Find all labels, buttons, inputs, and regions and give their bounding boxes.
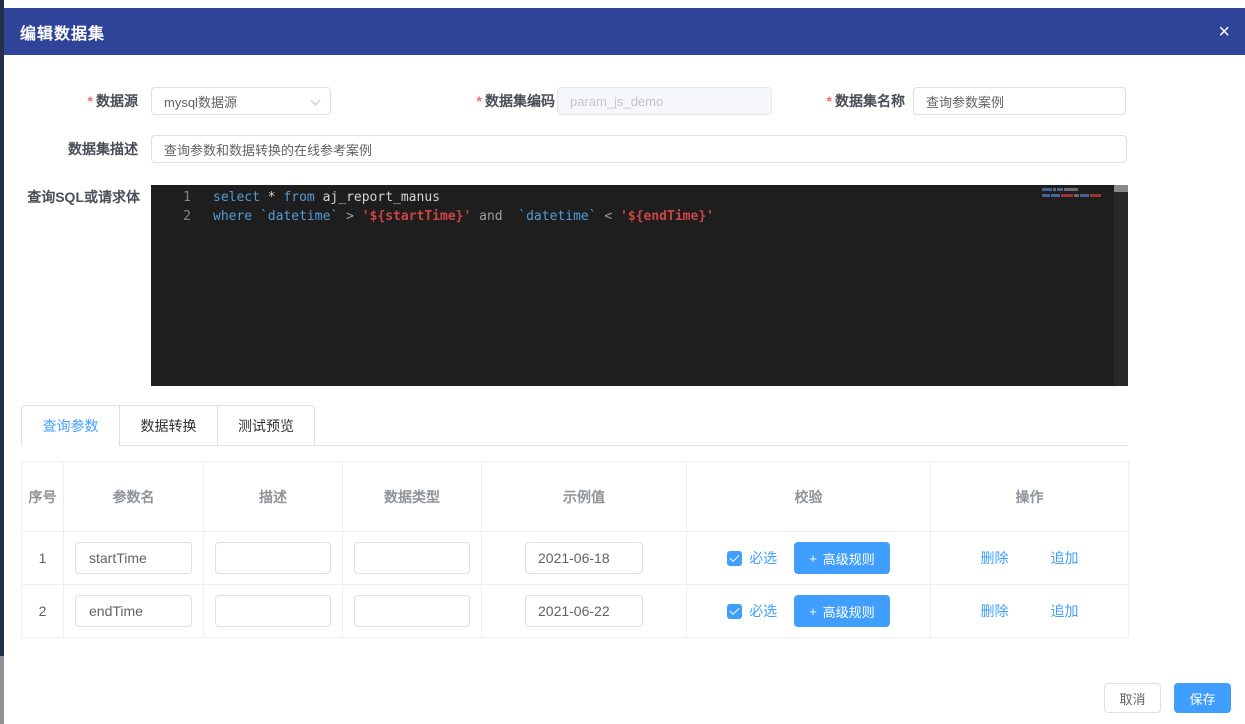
dataset-code-input (557, 87, 772, 115)
param-table: 序号 参数名 描述 数据类型 示例值 校验 操作 1 必选 +高级规则 (21, 461, 1129, 638)
sql-editor[interactable]: 1select * from aj_report_manus2where `da… (151, 185, 1128, 386)
plus-icon: + (809, 604, 817, 619)
col-header-example: 示例值 (482, 462, 687, 532)
col-header-seq: 序号 (22, 462, 64, 532)
dataset-desc-label: 数据集描述 (0, 135, 138, 163)
editor-code[interactable]: 1select * from aj_report_manus2where `da… (151, 185, 1128, 226)
param-example-input[interactable] (525, 542, 643, 574)
dataset-code-label: *数据集编码 (417, 87, 555, 115)
append-link[interactable]: 追加 (1051, 548, 1079, 568)
delete-link[interactable]: 删除 (981, 601, 1009, 621)
background-left-strip-bottom (0, 656, 4, 724)
required-checkbox[interactable] (727, 551, 742, 566)
advanced-rule-button[interactable]: +高级规则 (794, 595, 890, 627)
required-mark: * (477, 93, 482, 109)
advanced-rule-button[interactable]: +高级规则 (794, 542, 890, 574)
dialog-header: 编辑数据集 × (4, 8, 1245, 55)
required-mark: * (827, 93, 832, 109)
param-type-input[interactable] (354, 542, 470, 574)
cancel-button[interactable]: 取消 (1104, 683, 1161, 713)
param-name-input[interactable] (75, 542, 192, 574)
datasource-label: *数据源 (0, 87, 138, 115)
dataset-name-input[interactable] (913, 87, 1126, 115)
delete-link[interactable]: 删除 (981, 548, 1009, 568)
col-header-validation: 校验 (687, 462, 931, 532)
editor-scrollbar[interactable] (1114, 185, 1128, 386)
table-row: 2 必选 +高级规则 删除 追加 (22, 585, 1129, 638)
col-header-desc: 描述 (204, 462, 343, 532)
chevron-down-icon (311, 96, 321, 106)
dataset-name-label: *数据集名称 (767, 87, 905, 115)
sql-label: 查询SQL或请求体 (0, 187, 140, 207)
required-checkbox-label[interactable]: 必选 (749, 601, 777, 621)
param-name-input[interactable] (75, 595, 192, 627)
save-button[interactable]: 保存 (1174, 683, 1231, 713)
tab-test-preview[interactable]: 测试预览 (217, 405, 315, 445)
code-line: 1select * from aj_report_manus (151, 188, 1128, 207)
close-icon[interactable]: × (1218, 22, 1230, 42)
required-mark: * (88, 93, 93, 109)
datasource-select[interactable]: mysql数据源 (151, 87, 331, 115)
param-desc-input[interactable] (215, 542, 331, 574)
dataset-desc-input[interactable] (151, 135, 1127, 163)
table-row: 1 必选 +高级规则 删除 追加 (22, 532, 1129, 585)
param-desc-input[interactable] (215, 595, 331, 627)
param-example-input[interactable] (525, 595, 643, 627)
code-line: 2where `datetime` > '${startTime}' and `… (151, 207, 1128, 226)
table-header-row: 序号 参数名 描述 数据类型 示例值 校验 操作 (22, 462, 1129, 532)
append-link[interactable]: 追加 (1051, 601, 1079, 621)
dialog-title: 编辑数据集 (4, 20, 105, 44)
required-checkbox[interactable] (727, 604, 742, 619)
col-header-data-type: 数据类型 (343, 462, 482, 532)
row-seq: 2 (22, 585, 64, 638)
tab-query-params[interactable]: 查询参数 (21, 405, 119, 445)
tab-bar: 查询参数 数据转换 测试预览 (21, 405, 1128, 446)
col-header-actions: 操作 (931, 462, 1129, 532)
plus-icon: + (809, 551, 817, 566)
required-checkbox-label[interactable]: 必选 (749, 548, 777, 568)
editor-scrollbar-thumb[interactable] (1114, 185, 1128, 192)
editor-minimap[interactable] (1042, 188, 1108, 200)
param-type-input[interactable] (354, 595, 470, 627)
datasource-select-value: mysql数据源 (164, 92, 237, 111)
row-seq: 1 (22, 532, 64, 585)
tab-data-transform[interactable]: 数据转换 (119, 405, 217, 445)
col-header-param-name: 参数名 (64, 462, 204, 532)
